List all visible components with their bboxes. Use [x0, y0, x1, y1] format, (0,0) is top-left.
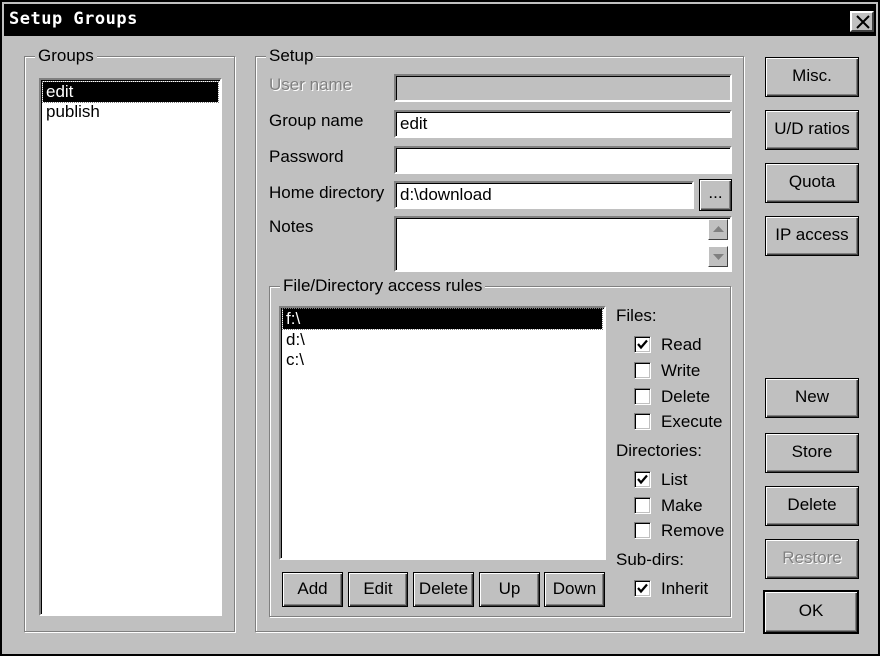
setup-legend: Setup [266, 46, 317, 66]
subdirs-heading: Sub-dirs: [616, 550, 685, 569]
delete-checkbox[interactable] [634, 388, 651, 405]
close-button[interactable] [850, 11, 874, 32]
move-up-button[interactable]: Up [479, 572, 540, 607]
close-icon [856, 15, 870, 29]
notes-scroll-up-button[interactable] [708, 219, 728, 240]
edit-rule-button[interactable]: Edit [348, 572, 408, 607]
title-bar[interactable]: Setup Groups [4, 4, 876, 36]
checkmark-icon [637, 583, 648, 594]
move-down-button[interactable]: Down [544, 572, 605, 607]
group-name-value: edit [400, 114, 428, 133]
user-name-label: User name [269, 75, 353, 94]
delete-rule-button[interactable]: Delete [413, 572, 474, 607]
home-directory-value: d:\download [400, 185, 492, 204]
inherit-checkbox[interactable] [634, 580, 651, 597]
group-name-label: Group name [269, 111, 364, 130]
list-item-group-edit[interactable]: edit [42, 81, 219, 103]
inherit-label: Inherit [661, 579, 709, 598]
execute-label: Execute [661, 412, 723, 431]
make-label: Make [661, 496, 703, 515]
notes-textarea[interactable] [394, 216, 732, 272]
remove-checkbox[interactable] [634, 522, 651, 539]
files-heading: Files: [616, 306, 657, 325]
list-item-rule-c[interactable]: c:\ [283, 350, 602, 370]
browse-button[interactable]: ... [699, 179, 732, 211]
checkmark-icon [637, 474, 648, 485]
user-name-field [394, 74, 732, 102]
read-checkbox[interactable] [634, 336, 651, 353]
home-directory-field[interactable]: d:\download [394, 181, 694, 209]
delete-label: Delete [661, 387, 711, 406]
remove-label: Remove [661, 521, 725, 540]
arrow-up-icon [713, 226, 724, 232]
ud-ratios-button[interactable]: U/D ratios [765, 110, 859, 150]
list-checkbox[interactable] [634, 471, 651, 488]
make-checkbox[interactable] [634, 497, 651, 514]
groups-list[interactable]: edit publish [39, 78, 222, 616]
notes-scroll-down-button[interactable] [708, 246, 728, 267]
home-directory-label: Home directory [269, 183, 385, 202]
restore-button[interactable]: Restore [765, 539, 859, 579]
list-item-rule-f[interactable]: f:\ [282, 308, 603, 330]
notes-label: Notes [269, 217, 314, 236]
group-name-field[interactable]: edit [394, 110, 732, 138]
write-checkbox[interactable] [634, 362, 651, 379]
groups-legend: Groups [35, 46, 97, 66]
access-rules-legend: File/Directory access rules [280, 276, 486, 296]
read-label: Read [661, 335, 702, 354]
ip-access-button[interactable]: IP access [765, 216, 859, 256]
list-item-rule-d[interactable]: d:\ [283, 330, 602, 350]
password-field[interactable] [394, 146, 732, 174]
quota-button[interactable]: Quota [765, 163, 859, 203]
write-label: Write [661, 361, 701, 380]
checkmark-icon [637, 339, 648, 350]
new-button[interactable]: New [765, 378, 859, 418]
directories-heading: Directories: [616, 441, 702, 460]
list-label: List [661, 470, 688, 489]
add-rule-button[interactable]: Add [282, 572, 343, 607]
password-label: Password [269, 147, 344, 166]
arrow-down-icon [713, 254, 724, 260]
ok-button[interactable]: OK [763, 590, 859, 634]
access-rules-list[interactable]: f:\ d:\ c:\ [279, 306, 606, 560]
delete-group-button[interactable]: Delete [765, 486, 859, 526]
setup-groups-dialog: Setup Groups Groups edit publish Setup U… [0, 0, 880, 656]
misc-button[interactable]: Misc. [765, 57, 859, 97]
store-button[interactable]: Store [765, 433, 859, 473]
list-item-group-publish[interactable]: publish [43, 102, 218, 122]
window-title: Setup Groups [9, 9, 138, 29]
execute-checkbox[interactable] [634, 413, 651, 430]
